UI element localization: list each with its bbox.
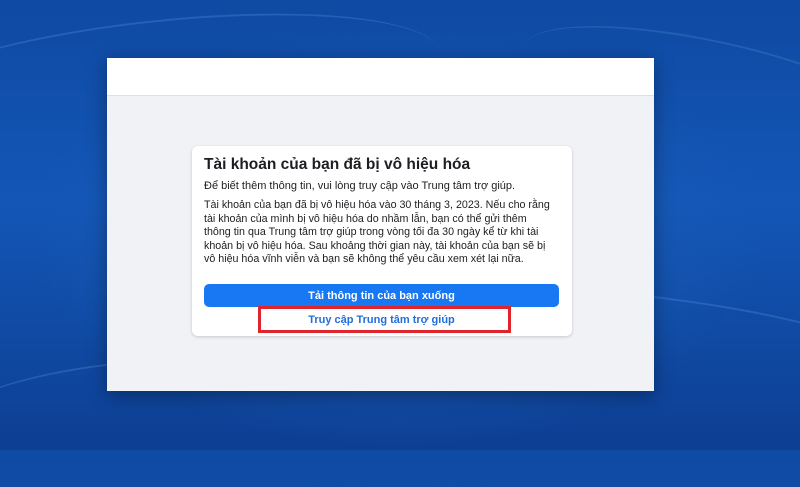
download-info-button[interactable]: Tải thông tin của bạn xuống	[204, 284, 559, 307]
account-disabled-dialog: Tài khoản của bạn đã bị vô hiệu hóa Để b…	[192, 146, 572, 336]
dialog-body-text: Tài khoản của bạn đã bị vô hiệu hóa vào …	[204, 199, 550, 266]
window-top-bar	[107, 58, 654, 96]
dialog-subtitle: Để biết thêm thông tin, vui lòng truy cậ…	[204, 180, 516, 192]
help-center-link[interactable]: Truy cập Trung tâm trợ giúp	[204, 312, 559, 329]
browser-window: Tài khoản của bạn đã bị vô hiệu hóa Để b…	[107, 58, 654, 391]
dialog-title: Tài khoản của bạn đã bị vô hiệu hóa	[204, 156, 471, 173]
